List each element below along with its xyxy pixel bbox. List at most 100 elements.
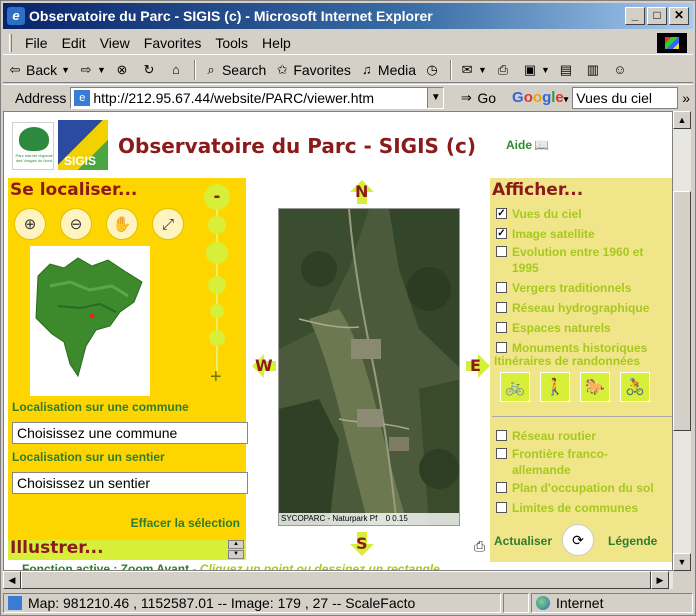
menu-bar: File Edit View Favorites Tools Help <box>3 31 693 55</box>
checkbox-checked[interactable]: ✓ <box>496 228 507 239</box>
status-security-zone: Internet <box>531 593 693 613</box>
toolbar-chevron-icon[interactable]: » <box>682 90 690 106</box>
zoom-level-3[interactable] <box>208 276 226 294</box>
zoom-level-1[interactable] <box>208 216 226 234</box>
horse-riding-icon[interactable]: 🐎 <box>580 372 610 402</box>
overview-map[interactable] <box>30 246 150 396</box>
research-button[interactable]: ▥ <box>581 62 608 78</box>
sigis-logo[interactable]: SIGIS <box>58 120 108 170</box>
window-title: Observatoire du Parc - SIGIS (c) - Micro… <box>29 8 433 24</box>
sentier-select[interactable]: Choisissez un sentier <box>12 472 248 494</box>
north-arrow[interactable]: N <box>350 180 374 204</box>
hiking-icon[interactable]: 🚶 <box>540 372 570 402</box>
menu-help[interactable]: Help <box>255 35 298 51</box>
mail-button[interactable]: ✉ ▼ <box>455 62 491 78</box>
checkbox-checked[interactable]: ✓ <box>496 208 507 219</box>
menu-tools[interactable]: Tools <box>208 35 255 51</box>
discuss-icon: ▤ <box>559 61 573 77</box>
favorites-button[interactable]: ✩ Favorites <box>270 62 355 78</box>
zoom-slider[interactable]: - + <box>204 180 230 392</box>
menu-file[interactable]: File <box>18 35 55 51</box>
commune-select[interactable]: Choisissez une commune <box>12 422 248 444</box>
scroll-up-icon[interactable]: ▲ <box>673 111 691 129</box>
layer-limites-communes[interactable]: Limites de communes <box>496 500 638 516</box>
south-arrow[interactable]: S <box>350 532 374 556</box>
refresh-link[interactable]: Actualiser <box>494 534 552 548</box>
go-button[interactable]: ⇒ Go <box>454 90 500 106</box>
layer-reseau-hydro[interactable]: Réseau hydrographique <box>496 300 649 316</box>
title-bar[interactable]: e Observatoire du Parc - SIGIS (c) - Mic… <box>3 3 693 29</box>
clear-selection-link[interactable]: Effacer la sélection <box>131 516 240 530</box>
google-logo[interactable]: Google▾ <box>512 89 568 106</box>
bicycle-icon[interactable]: 🚲 <box>500 372 530 402</box>
zoom-out-icon[interactable]: ⊖ <box>60 208 92 240</box>
zoom-level-5[interactable] <box>209 330 225 346</box>
refresh-map-icon[interactable]: ⟳ <box>562 524 594 556</box>
layer-espaces-naturels[interactable]: Espaces naturels <box>496 320 611 336</box>
home-button[interactable]: ⌂ <box>164 62 191 78</box>
menu-view[interactable]: View <box>93 35 137 51</box>
zoom-slider-minus[interactable]: - <box>204 184 230 210</box>
zoom-in-icon[interactable]: ⊕ <box>14 208 46 240</box>
pan-hand-icon[interactable]: ✋ <box>106 208 138 240</box>
address-input[interactable]: e http://212.95.67.44/website/PARC/viewe… <box>70 86 445 109</box>
mountain-bike-icon[interactable]: 🚴 <box>620 372 650 402</box>
messenger-button[interactable]: ☺ <box>608 62 635 78</box>
scroll-right-icon[interactable]: ▶ <box>651 571 669 589</box>
legend-link[interactable]: Légende <box>608 534 657 548</box>
layer-frontiere[interactable]: Frontière franco-allemande <box>496 446 666 478</box>
print-button[interactable]: ⎙ <box>491 62 518 78</box>
checkbox[interactable] <box>496 430 507 441</box>
mail-icon: ✉ <box>461 61 473 77</box>
layer-evolution[interactable]: Evolution entre 1960 et 1995 <box>496 244 666 276</box>
checkbox[interactable] <box>496 482 507 493</box>
vertical-scrollbar[interactable]: ▲ ▼ <box>673 111 691 571</box>
menu-favorites[interactable]: Favorites <box>137 35 209 51</box>
checkbox[interactable] <box>496 448 507 459</box>
zoom-level-4[interactable] <box>210 304 224 318</box>
stop-button[interactable]: ⊗ <box>110 62 137 78</box>
google-search-input[interactable]: Vues du ciel <box>572 86 679 109</box>
minimize-button[interactable]: _ <box>625 7 645 25</box>
layer-image-satellite[interactable]: ✓ Image satellite <box>496 226 595 242</box>
close-button[interactable]: ✕ <box>669 7 689 25</box>
checkbox[interactable] <box>496 302 507 313</box>
horizontal-scroll-thumb[interactable] <box>21 571 651 589</box>
history-button[interactable]: ◷ <box>420 62 447 78</box>
checkbox[interactable] <box>496 246 507 257</box>
west-arrow[interactable]: W <box>252 354 276 378</box>
forward-button[interactable]: ⇨ ▼ <box>74 62 110 78</box>
scroll-down-icon[interactable]: ▼ <box>673 553 691 571</box>
layer-vues-du-ciel[interactable]: ✓ Vues du ciel <box>496 206 582 222</box>
checkbox[interactable] <box>496 502 507 513</box>
east-arrow[interactable]: E <box>466 354 490 378</box>
scroll-left-icon[interactable]: ◀ <box>3 571 21 589</box>
checkbox[interactable] <box>496 342 507 353</box>
media-button[interactable]: ♫ Media <box>355 62 420 78</box>
zoom-slider-plus[interactable]: + <box>210 366 222 389</box>
refresh-button[interactable]: ↻ <box>137 62 164 78</box>
checkbox[interactable] <box>496 322 507 333</box>
illustrate-scroll[interactable]: ▲ ▼ <box>228 540 244 560</box>
maximize-button[interactable]: □ <box>647 7 667 25</box>
search-button[interactable]: ⌕ Search <box>199 62 270 78</box>
print-map-icon[interactable]: ⎙ <box>474 538 485 555</box>
edit-button[interactable]: ▣ ▼ <box>518 62 554 78</box>
back-button[interactable]: ⇦ Back ▼ <box>3 62 74 78</box>
help-link[interactable]: Aide 📖 <box>506 138 549 152</box>
checkbox[interactable] <box>496 282 507 293</box>
layer-plan-occupation[interactable]: Plan d'occupation du sol <box>496 480 654 496</box>
address-dropdown-icon[interactable]: ▼ <box>427 87 444 108</box>
vertical-scroll-thumb[interactable] <box>673 191 691 431</box>
discuss-button[interactable]: ▤ <box>554 62 581 78</box>
zoom-level-2[interactable] <box>206 242 228 264</box>
satellite-map[interactable]: SYCOPARC - Naturpark Pf 0 0.15 <box>278 208 460 526</box>
full-extent-icon[interactable]: ⤢ <box>152 208 184 240</box>
menu-edit[interactable]: Edit <box>55 35 93 51</box>
google-toolbar: Google▾ Vues du ciel » <box>512 86 690 109</box>
parc-logo[interactable]: Parc naturel régional des Vosges du Nord <box>12 122 54 170</box>
overview-location-marker <box>89 313 95 319</box>
layer-vergers[interactable]: Vergers traditionnels <box>496 280 631 296</box>
horizontal-scrollbar[interactable]: ◀ ▶ <box>3 571 673 589</box>
layer-reseau-routier[interactable]: Réseau routier <box>496 428 596 444</box>
